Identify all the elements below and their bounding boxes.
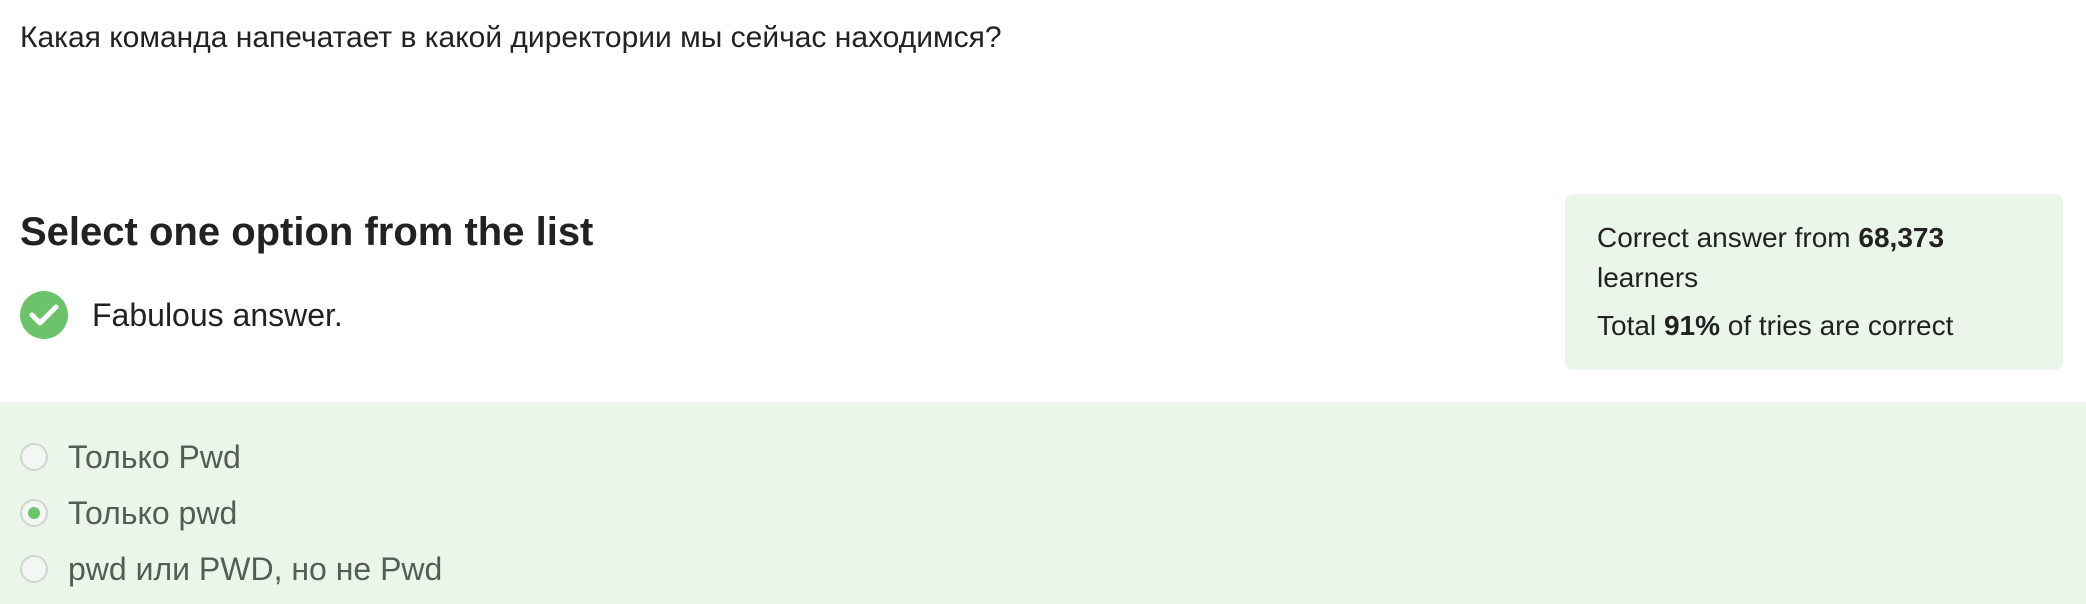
options-list: Только Pwd Только pwd pwd или PWD, но не… <box>0 402 2086 604</box>
option-label: Только pwd <box>68 495 238 531</box>
stats-learners-count: 68,373 <box>1858 222 1945 253</box>
feedback-text: Fabulous answer. <box>92 297 343 333</box>
radio-button-selected[interactable] <box>20 499 48 527</box>
option-1[interactable]: Только Pwd <box>20 437 241 477</box>
option-label: pwd или PWD, но не Pwd <box>68 551 443 587</box>
option-2[interactable]: Только pwd <box>20 493 237 533</box>
stats-learners: Correct answer from 68,373 learners <box>1597 218 2031 298</box>
stats-percent: Total 91% of tries are correct <box>1597 306 2031 346</box>
stats-percent-value: 91% <box>1663 310 1720 341</box>
feedback-message: Fabulous answer. <box>20 290 343 340</box>
checkmark-icon <box>20 291 68 339</box>
quiz-page: Какая команда напечатает в какой директо… <box>0 0 2086 604</box>
radio-button[interactable] <box>20 555 48 583</box>
option-label: Только Pwd <box>68 439 241 475</box>
radio-button[interactable] <box>20 443 48 471</box>
stats-learners-suffix: learners <box>1597 262 1699 293</box>
option-3[interactable]: pwd или PWD, но не Pwd <box>20 549 442 589</box>
radio-selected-dot <box>28 507 40 519</box>
section-title: Select one option from the list <box>20 210 594 254</box>
stats-percent-suffix: of tries are correct <box>1719 310 1954 341</box>
question-text: Какая команда напечатает в какой директо… <box>20 21 1002 54</box>
stats-percent-prefix: Total <box>1597 310 1664 341</box>
stats-panel: Correct answer from 68,373 learners Tota… <box>1565 194 2063 370</box>
stats-learners-prefix: Correct answer from <box>1597 222 1859 253</box>
